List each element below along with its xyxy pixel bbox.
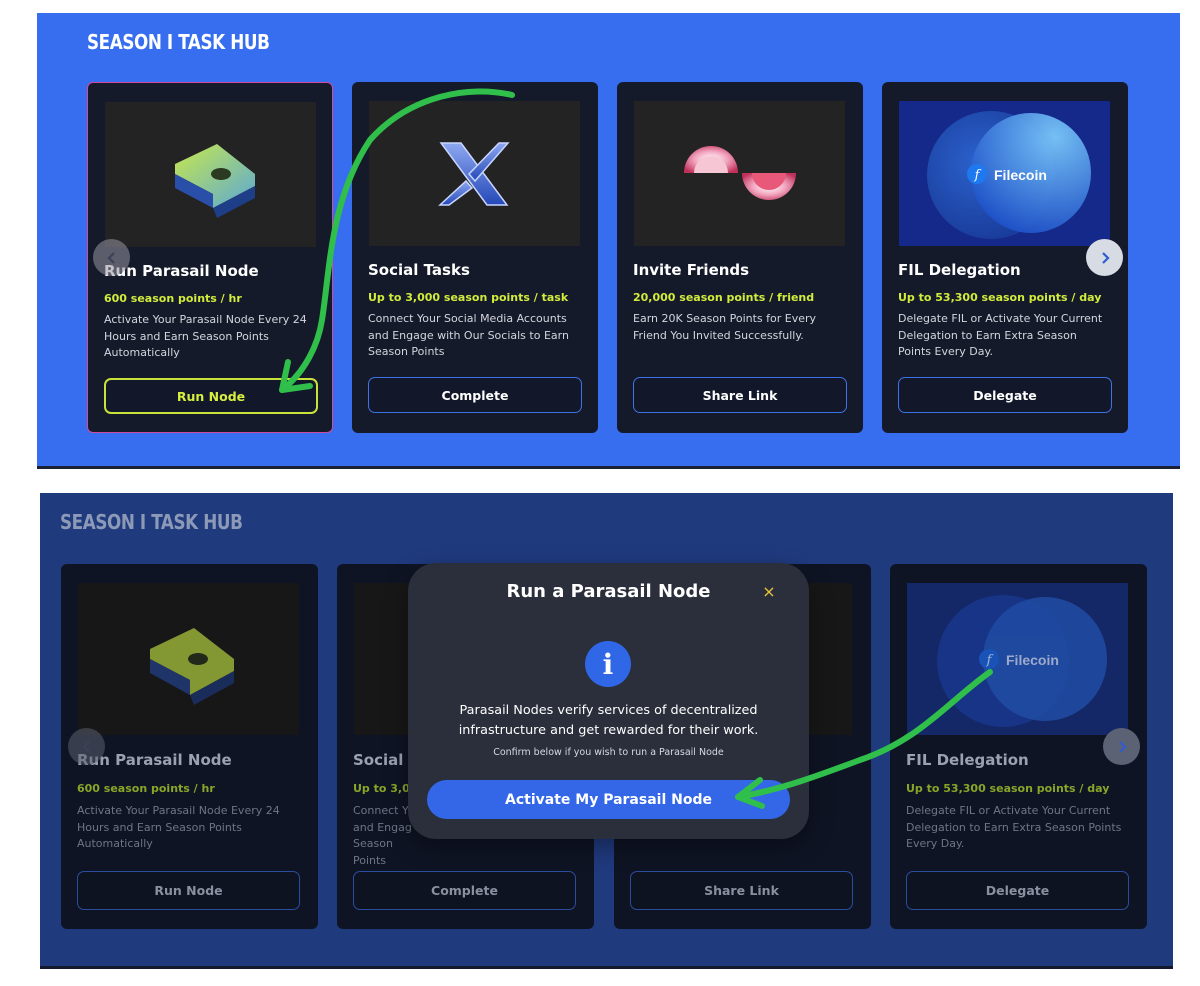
card-points: Up to 53,300 season points / day [898,291,1102,304]
delegate-button[interactable]: Delegate [906,871,1129,910]
card-points: Up to 53,300 season points / day [906,782,1110,795]
run-node-modal: Run a Parasail Node × i Parasail Nodes v… [408,563,809,839]
carousel-prev-button[interactable] [93,239,130,276]
run-node-button[interactable]: Run Node [77,871,300,910]
card-title: Social [353,751,404,769]
chevron-left-icon [106,251,115,264]
carousel-prev-button[interactable] [68,728,105,765]
task-hub-panel-top: SEASON I TASK HUB Run Parasail Node 600 … [37,13,1180,469]
card-description: Delegate FIL or Activate Your Current De… [898,312,1103,358]
card-points: 600 season points / hr [104,292,242,305]
invite-friends-icon [684,146,796,200]
carousel-next-button[interactable] [1103,728,1140,765]
card-title: FIL Delegation [898,261,1021,279]
info-icon: i [585,641,631,687]
card-description: Connect Y and Engag Season Points [353,804,412,867]
filecoin-logo-icon: f Filecoin [927,111,1091,239]
filecoin-wordmark: Filecoin [1006,652,1059,668]
card-social-tasks: Social Tasks Up to 3,000 season points /… [352,82,598,433]
card-points: 600 season points / hr [77,782,215,795]
card-points: 20,000 season points / friend [633,291,815,304]
card-image-filecoin: f Filecoin [907,583,1128,735]
filecoin-logo-icon: f Filecoin [937,595,1107,727]
share-link-button[interactable]: Share Link [630,871,853,910]
card-title: Invite Friends [633,261,750,279]
card-description: Delegate FIL or Activate Your Current De… [906,804,1122,850]
close-icon[interactable]: × [760,583,778,601]
activate-node-button[interactable]: Activate My Parasail Node [427,780,790,819]
chevron-left-icon [81,740,90,753]
run-node-button[interactable]: Run Node [104,378,318,414]
card-title: FIL Delegation [906,751,1029,769]
card-description: Activate Your Parasail Node Every 24 Hou… [104,313,307,359]
card-invite-friends: Invite Friends 20,000 season points / fr… [617,82,863,433]
carousel-next-button[interactable] [1086,239,1123,276]
card-description: Connect Your Social Media Accounts and E… [368,312,569,358]
card-description: Earn 20K Season Points for Every Friend … [633,312,817,342]
chevron-right-icon [1101,251,1110,264]
card-image-social [369,101,580,246]
x-logo-icon [438,142,510,206]
delegate-button[interactable]: Delegate [898,377,1112,413]
card-image-filecoin: f Filecoin [899,101,1110,246]
card-points: Up to 3,0 [353,782,410,795]
filecoin-wordmark: Filecoin [994,167,1047,183]
card-points: Up to 3,000 season points / task [368,291,569,304]
card-image-parasail-node [78,583,299,735]
hub-title: SEASON I TASK HUB [60,510,243,534]
share-link-button[interactable]: Share Link [633,377,847,413]
card-image-invite [634,101,845,246]
modal-message: Parasail Nodes verify services of decent… [458,703,759,738]
modal-title: Run a Parasail Node [506,581,711,602]
card-title: Social Tasks [368,261,470,279]
card-description: Activate Your Parasail Node Every 24 Hou… [77,804,280,850]
complete-button[interactable]: Complete [368,377,582,413]
parasail-logo-icon [175,144,255,218]
card-image-parasail-node [105,102,316,247]
parasail-logo-icon [150,628,234,705]
hub-title: SEASON I TASK HUB [87,30,270,54]
complete-button[interactable]: Complete [353,871,576,910]
modal-confirm-note: Confirm below if you wish to run a Paras… [493,747,724,758]
chevron-right-icon [1118,740,1127,753]
